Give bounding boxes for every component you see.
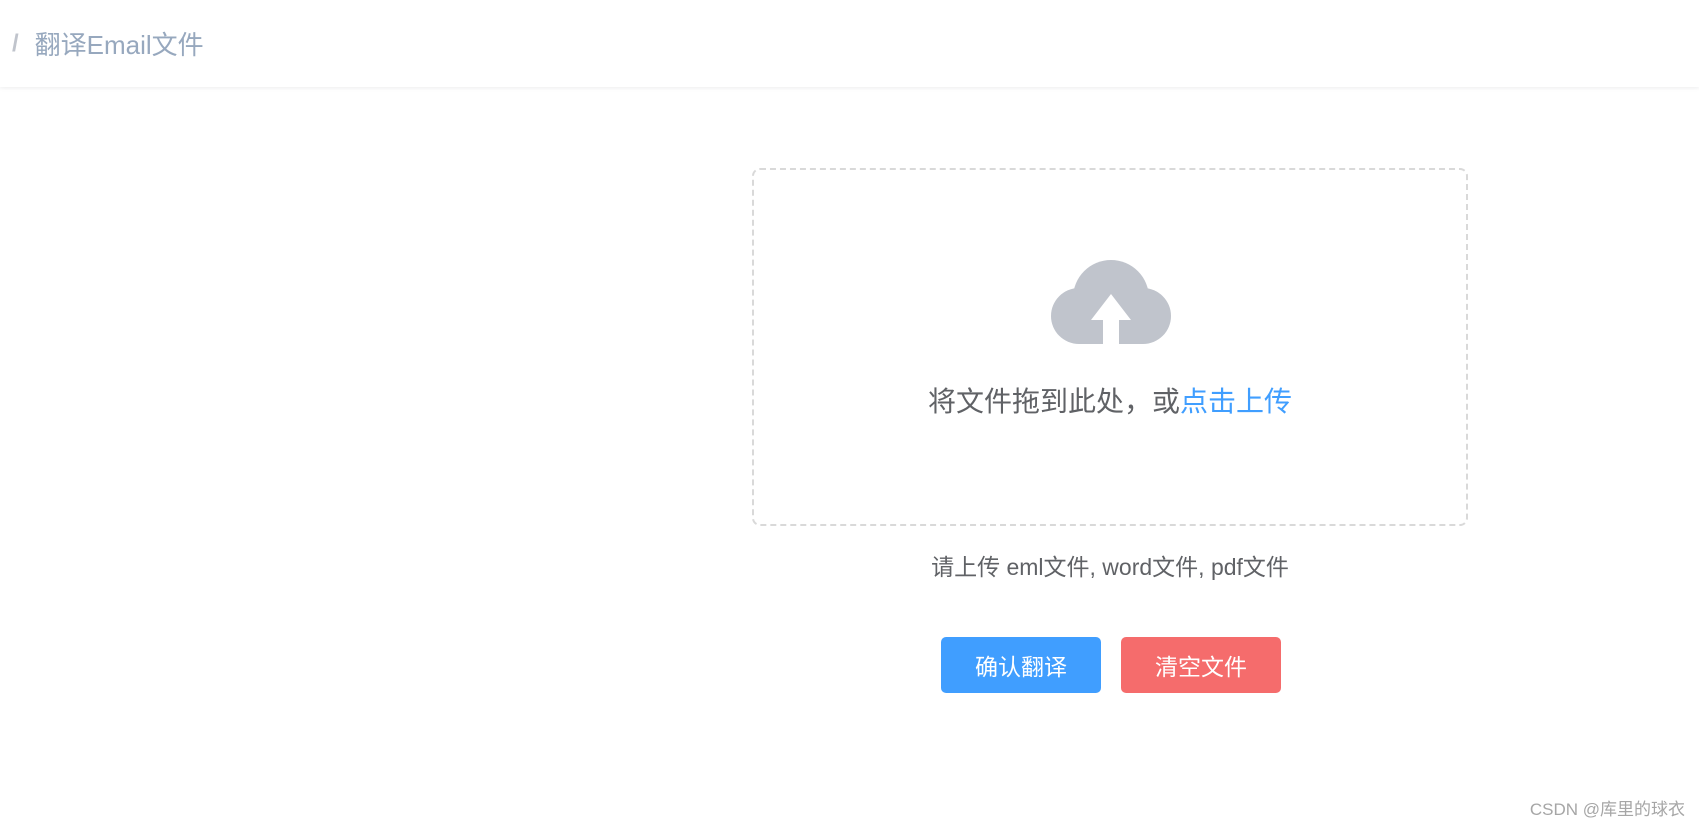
breadcrumb-item-current: 翻译Email文件 xyxy=(34,30,204,60)
breadcrumb: / 翻译Email文件 xyxy=(0,25,204,62)
click-upload-link[interactable]: 点击上传 xyxy=(1180,386,1292,417)
confirm-translate-button[interactable]: 确认翻译 xyxy=(941,637,1101,693)
watermark: CSDN @库里的球衣 xyxy=(1529,800,1685,819)
clear-files-button[interactable]: 清空文件 xyxy=(1121,637,1281,693)
upload-hint-text: 将文件拖到此处，或 xyxy=(927,386,1180,417)
upload-tip: 请上传 eml文件, word文件, pdf文件 xyxy=(931,554,1289,580)
breadcrumb-separator: / xyxy=(12,29,19,57)
upload-hint: 将文件拖到此处，或点击上传 xyxy=(754,380,1466,420)
navbar: / 翻译Email文件 xyxy=(0,0,1699,87)
upload-dropzone[interactable]: 将文件拖到此处，或点击上传 xyxy=(752,168,1468,526)
upload-cloud-icon xyxy=(1051,260,1171,348)
